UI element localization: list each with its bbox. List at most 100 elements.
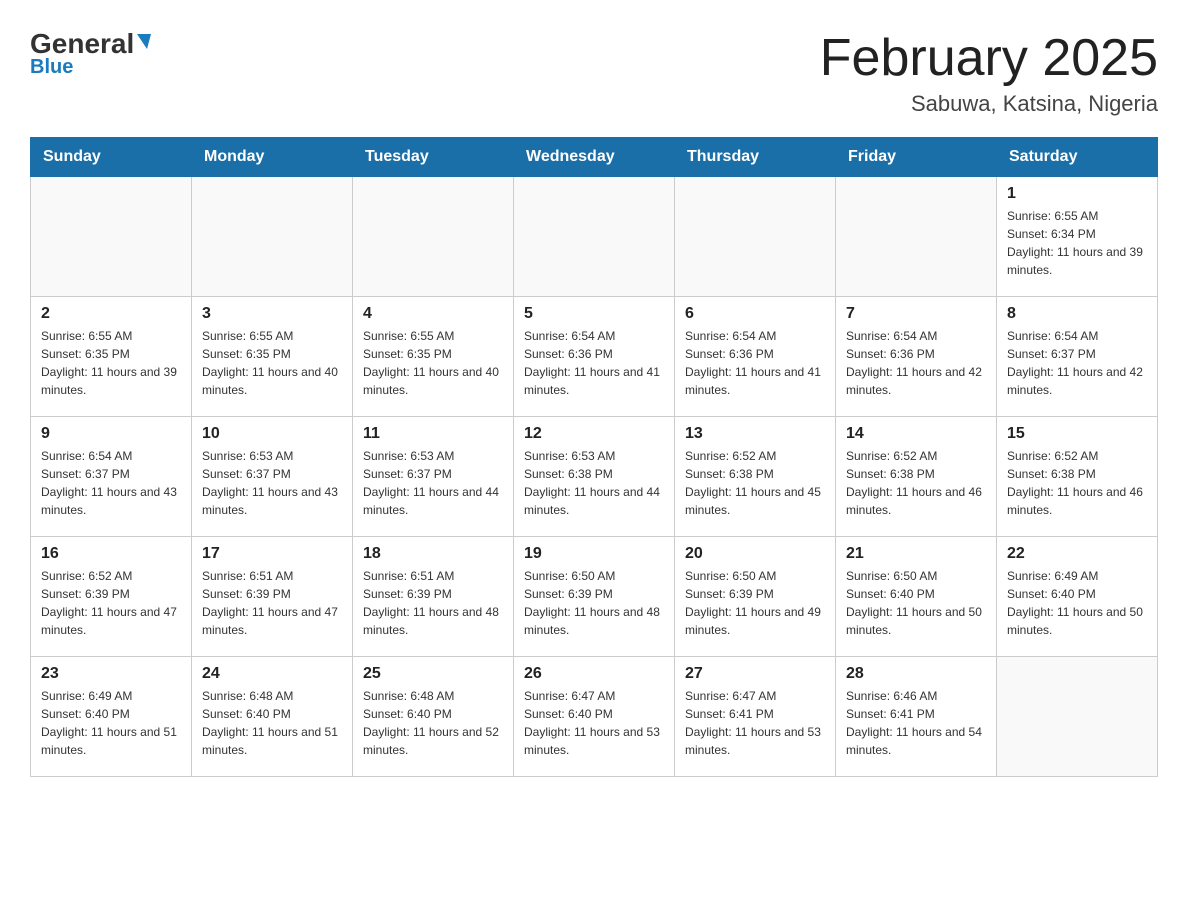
day-info: Sunrise: 6:50 AMSunset: 6:40 PMDaylight:… [846,567,986,639]
calendar-cell: 27 Sunrise: 6:47 AMSunset: 6:41 PMDayligh… [675,657,836,777]
calendar-week-row: 2 Sunrise: 6:55 AMSunset: 6:35 PMDaylight… [31,297,1158,417]
calendar-cell: 19Sunrise: 6:50 AMSunset: 6:39 PMDayligh… [514,537,675,657]
calendar-cell: 14Sunrise: 6:52 AMSunset: 6:38 PMDayligh… [836,417,997,537]
weekday-header-saturday: Saturday [997,138,1158,177]
day-number: 18 [363,545,503,563]
day-number: 7 [846,305,986,323]
calendar-body: 1 Sunrise: 6:55 AMSunset: 6:34 PMDaylight… [31,177,1158,777]
weekday-header-row: SundayMondayTuesdayWednesdayThursdayFrid… [31,138,1158,177]
day-info: Sunrise: 6:48 AMSunset: 6:40 PMDaylight:… [363,687,503,759]
calendar-cell: 15 Sunrise: 6:52 AMSunset: 6:38 PMDayligh… [997,417,1158,537]
calendar-cell [31,177,192,297]
day-info: Sunrise: 6:50 AMSunset: 6:39 PMDaylight:… [685,567,825,639]
page-header: General Blue February 2025 Sabuwa, Katsi… [30,30,1158,117]
day-number: 24 [202,665,342,683]
calendar-cell: 25 Sunrise: 6:48 AMSunset: 6:40 PMDayligh… [353,657,514,777]
day-number: 21 [846,545,986,563]
calendar-cell [675,177,836,297]
day-info: Sunrise: 6:48 AMSunset: 6:40 PMDaylight:… [202,687,342,759]
weekday-header-sunday: Sunday [31,138,192,177]
day-number: 23 [41,665,181,683]
calendar-subtitle: Sabuwa, Katsina, Nigeria [820,91,1158,117]
weekday-header-tuesday: Tuesday [353,138,514,177]
day-info: Sunrise: 6:49 AMSunset: 6:40 PMDaylight:… [41,687,181,759]
day-number: 27 [685,665,825,683]
day-info: Sunrise: 6:55 AMSunset: 6:34 PMDaylight:… [1007,207,1147,279]
calendar-week-row: 1 Sunrise: 6:55 AMSunset: 6:34 PMDaylight… [31,177,1158,297]
calendar-cell: 13Sunrise: 6:52 AMSunset: 6:38 PMDayligh… [675,417,836,537]
calendar-cell: 23 Sunrise: 6:49 AMSunset: 6:40 PMDayligh… [31,657,192,777]
day-number: 26 [524,665,664,683]
day-number: 22 [1007,545,1147,563]
day-number: 8 [1007,305,1147,323]
calendar-cell: 2 Sunrise: 6:55 AMSunset: 6:35 PMDaylight… [31,297,192,417]
day-info: Sunrise: 6:54 AMSunset: 6:36 PMDaylight:… [524,327,664,399]
calendar-cell [836,177,997,297]
calendar-cell: 12 Sunrise: 6:53 AMSunset: 6:38 PMDayligh… [514,417,675,537]
day-number: 19 [524,545,664,563]
day-number: 11 [363,425,503,443]
calendar-cell [353,177,514,297]
day-number: 3 [202,305,342,323]
day-info: Sunrise: 6:54 AMSunset: 6:37 PMDaylight:… [41,447,181,519]
day-info: Sunrise: 6:53 AMSunset: 6:37 PMDaylight:… [363,447,503,519]
day-number: 5 [524,305,664,323]
day-number: 12 [524,425,664,443]
day-number: 4 [363,305,503,323]
day-info: Sunrise: 6:54 AMSunset: 6:36 PMDaylight:… [846,327,986,399]
calendar-week-row: 16 Sunrise: 6:52 AMSunset: 6:39 PMDayligh… [31,537,1158,657]
calendar-cell: 28 Sunrise: 6:46 AMSunset: 6:41 PMDayligh… [836,657,997,777]
day-info: Sunrise: 6:49 AMSunset: 6:40 PMDaylight:… [1007,567,1147,639]
calendar-title: February 2025 [820,30,1158,87]
weekday-header-wednesday: Wednesday [514,138,675,177]
day-number: 1 [1007,185,1147,203]
day-number: 13 [685,425,825,443]
calendar-cell [514,177,675,297]
day-info: Sunrise: 6:52 AMSunset: 6:38 PMDaylight:… [1007,447,1147,519]
day-number: 10 [202,425,342,443]
day-info: Sunrise: 6:46 AMSunset: 6:41 PMDaylight:… [846,687,986,759]
day-number: 17 [202,545,342,563]
day-info: Sunrise: 6:47 AMSunset: 6:40 PMDaylight:… [524,687,664,759]
day-number: 20 [685,545,825,563]
calendar-cell: 18Sunrise: 6:51 AMSunset: 6:39 PMDayligh… [353,537,514,657]
calendar-cell: 9 Sunrise: 6:54 AMSunset: 6:37 PMDaylight… [31,417,192,537]
weekday-header-monday: Monday [192,138,353,177]
calendar-cell: 20 Sunrise: 6:50 AMSunset: 6:39 PMDayligh… [675,537,836,657]
day-number: 2 [41,305,181,323]
calendar-cell [192,177,353,297]
logo: General Blue [30,30,151,79]
day-number: 6 [685,305,825,323]
day-info: Sunrise: 6:55 AMSunset: 6:35 PMDaylight:… [41,327,181,399]
calendar-week-row: 23 Sunrise: 6:49 AMSunset: 6:40 PMDayligh… [31,657,1158,777]
day-number: 16 [41,545,181,563]
day-number: 15 [1007,425,1147,443]
weekday-header-friday: Friday [836,138,997,177]
calendar-cell: 4 Sunrise: 6:55 AMSunset: 6:35 PMDaylight… [353,297,514,417]
calendar-cell: 6Sunrise: 6:54 AMSunset: 6:36 PMDaylight… [675,297,836,417]
calendar-cell: 8Sunrise: 6:54 AMSunset: 6:37 PMDaylight… [997,297,1158,417]
day-info: Sunrise: 6:53 AMSunset: 6:37 PMDaylight:… [202,447,342,519]
day-number: 28 [846,665,986,683]
calendar-cell: 21 Sunrise: 6:50 AMSunset: 6:40 PMDayligh… [836,537,997,657]
weekday-header-thursday: Thursday [675,138,836,177]
calendar-header: SundayMondayTuesdayWednesdayThursdayFrid… [31,138,1158,177]
day-info: Sunrise: 6:55 AMSunset: 6:35 PMDaylight:… [202,327,342,399]
day-info: Sunrise: 6:55 AMSunset: 6:35 PMDaylight:… [363,327,503,399]
day-number: 25 [363,665,503,683]
day-info: Sunrise: 6:47 AMSunset: 6:41 PMDaylight:… [685,687,825,759]
calendar-cell: 5 Sunrise: 6:54 AMSunset: 6:36 PMDaylight… [514,297,675,417]
calendar-cell: 17 Sunrise: 6:51 AMSunset: 6:39 PMDayligh… [192,537,353,657]
calendar-cell: 7 Sunrise: 6:54 AMSunset: 6:36 PMDaylight… [836,297,997,417]
day-info: Sunrise: 6:52 AMSunset: 6:39 PMDaylight:… [41,567,181,639]
day-info: Sunrise: 6:52 AMSunset: 6:38 PMDaylight:… [846,447,986,519]
day-info: Sunrise: 6:53 AMSunset: 6:38 PMDaylight:… [524,447,664,519]
calendar-cell: 11 Sunrise: 6:53 AMSunset: 6:37 PMDayligh… [353,417,514,537]
calendar-cell: 1 Sunrise: 6:55 AMSunset: 6:34 PMDaylight… [997,177,1158,297]
calendar-table: SundayMondayTuesdayWednesdayThursdayFrid… [30,137,1158,777]
title-block: February 2025 Sabuwa, Katsina, Nigeria [820,30,1158,117]
day-number: 9 [41,425,181,443]
logo-blue: Blue [30,56,73,79]
day-info: Sunrise: 6:51 AMSunset: 6:39 PMDaylight:… [202,567,342,639]
calendar-cell [997,657,1158,777]
